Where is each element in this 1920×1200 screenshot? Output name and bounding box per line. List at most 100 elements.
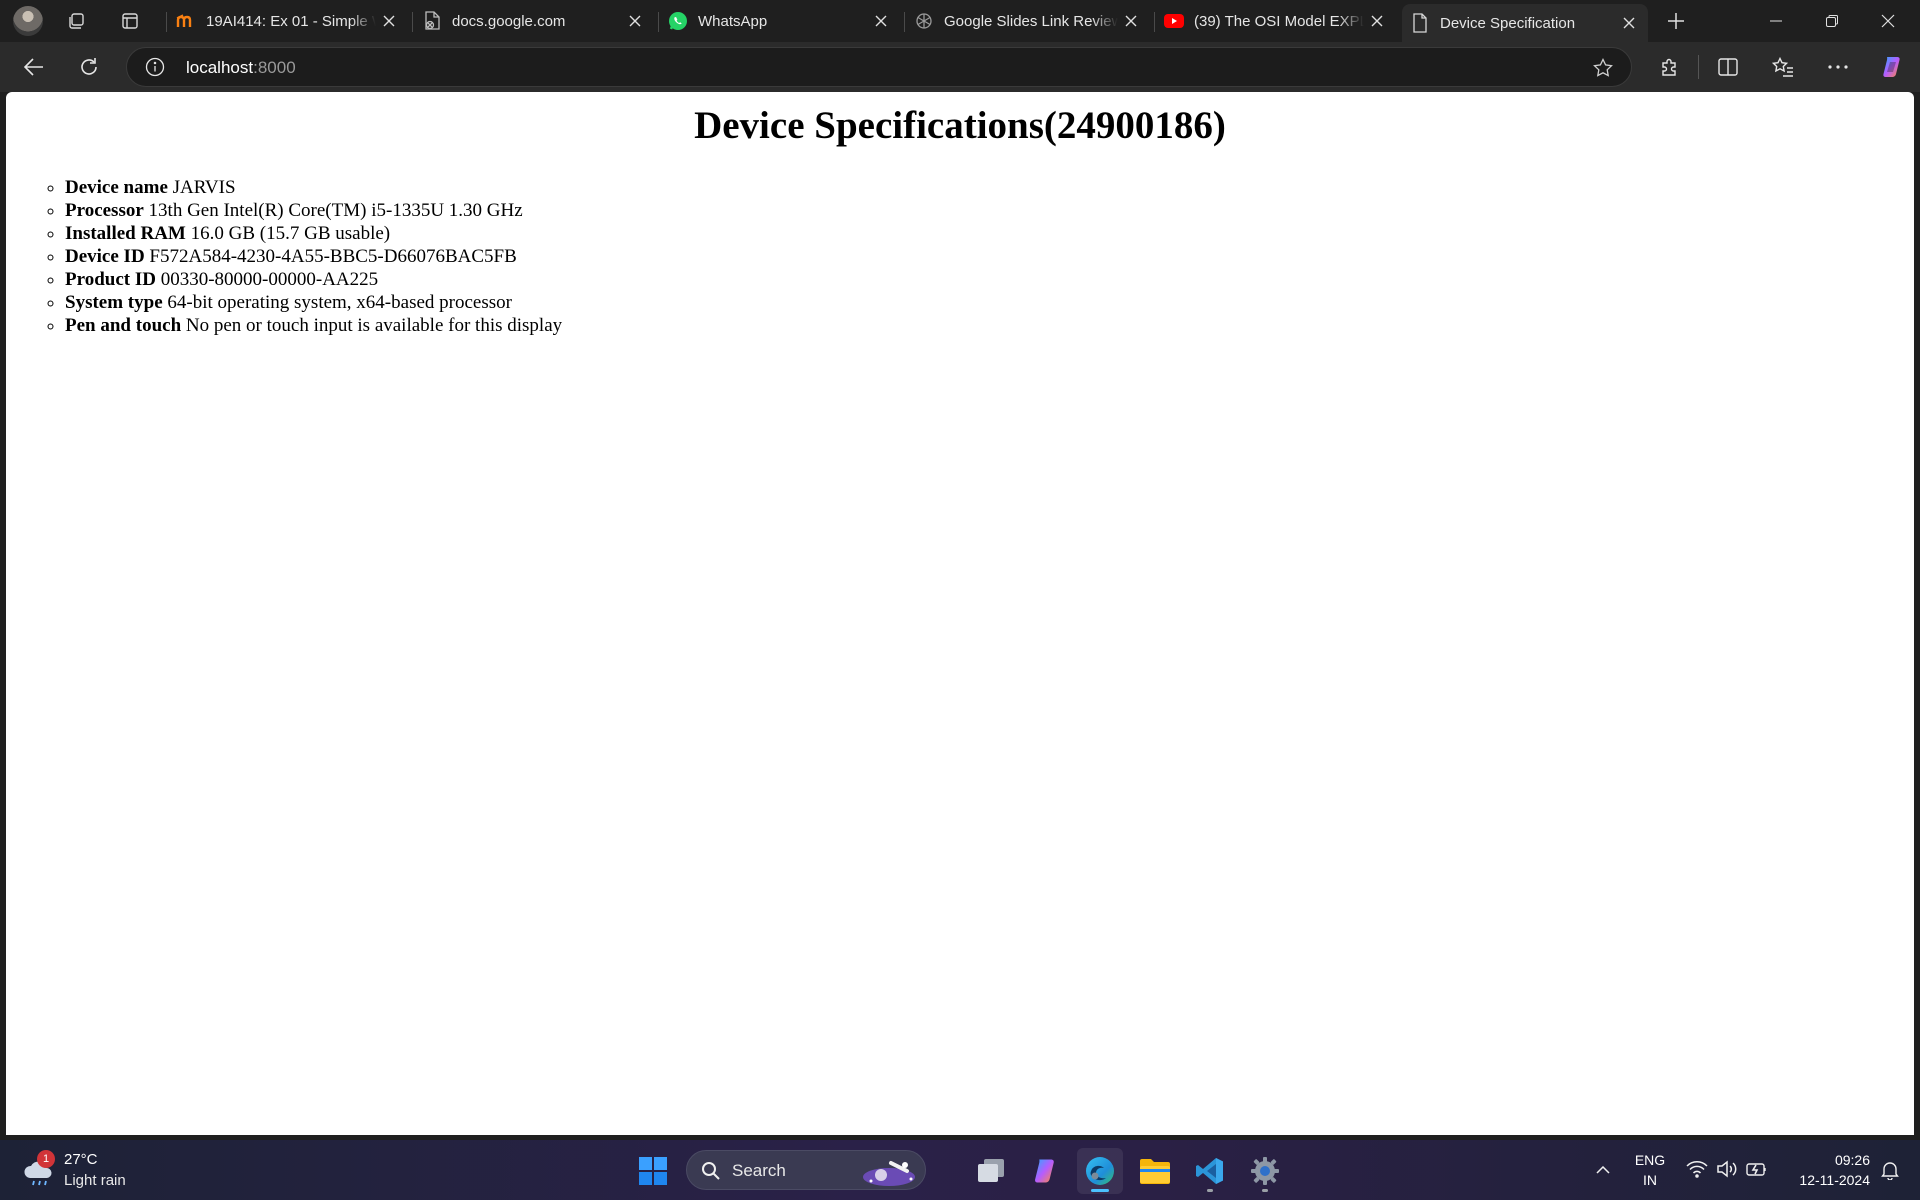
copilot-button[interactable] <box>1874 50 1910 84</box>
taskbar-vscode[interactable] <box>1187 1148 1233 1194</box>
copilot-icon <box>1035 1159 1054 1183</box>
tab-close-button[interactable] <box>622 8 648 34</box>
site-info-button[interactable] <box>143 55 167 79</box>
back-arrow-icon <box>24 58 43 76</box>
search-icon <box>702 1162 720 1180</box>
tab-google-docs[interactable]: docs.google.com <box>414 4 654 38</box>
task-view-icon <box>978 1159 1004 1182</box>
notifications-button[interactable] <box>1876 1156 1904 1184</box>
volume-icon <box>1717 1160 1737 1178</box>
avatar <box>13 6 43 36</box>
tab-separator <box>412 12 413 32</box>
profile-button[interactable] <box>10 5 46 37</box>
show-hidden-icons-button[interactable] <box>1588 1154 1618 1186</box>
new-tab-button[interactable] <box>1658 6 1694 36</box>
extensions-button[interactable] <box>1652 50 1688 84</box>
tab-close-button[interactable] <box>1118 8 1144 34</box>
refresh-button[interactable] <box>71 50 107 84</box>
workspaces-icon <box>69 13 84 29</box>
list-item: Device ID F572A584-4230-4A55-BBC5-D66076… <box>65 245 1914 268</box>
task-view-button[interactable] <box>968 1148 1014 1194</box>
vertical-tabs-button[interactable] <box>112 6 148 36</box>
desktop-screen: 19AI414: Ex 01 - Simple W docs.google.co… <box>0 0 1920 1200</box>
taskbar-settings[interactable] <box>1242 1148 1288 1194</box>
clock[interactable]: 09:26 12-11-2024 <box>1780 1150 1870 1192</box>
chatgpt-icon <box>914 11 934 31</box>
taskbar: 1 27°C Light rain Search ENG IN 09:26 12… <box>0 1140 1920 1200</box>
tab-close-button[interactable] <box>1364 8 1390 34</box>
split-screen-button[interactable] <box>1710 50 1746 84</box>
close-icon <box>1371 15 1383 27</box>
tab-device-specification[interactable]: Device Specification <box>1402 4 1648 42</box>
moodle-icon <box>176 11 196 31</box>
tab-moodle[interactable]: 19AI414: Ex 01 - Simple W <box>168 4 408 38</box>
spec-value: 16.0 GB (15.7 GB usable) <box>190 223 391 244</box>
spec-label: Device ID <box>65 246 145 267</box>
page-viewport: Device Specifications(24900186) Device n… <box>6 92 1914 1135</box>
taskbar-search[interactable]: Search <box>686 1150 926 1190</box>
favorites-button[interactable] <box>1765 50 1801 84</box>
workspaces-button[interactable] <box>58 6 94 36</box>
spec-value: 00330-80000-00000-AA225 <box>160 269 379 290</box>
youtube-icon <box>1164 11 1184 31</box>
tab-close-button[interactable] <box>376 8 402 34</box>
address-bar[interactable]: localhost:8000 <box>126 47 1632 87</box>
tab-title: Google Slides Link Review <box>944 12 1118 30</box>
edge-icon <box>1086 1157 1114 1185</box>
spec-value: 13th Gen Intel(R) Core(TM) i5-1335U 1.30… <box>148 200 523 221</box>
weather-temperature: 27°C <box>64 1151 98 1168</box>
restore-button[interactable] <box>1804 0 1860 42</box>
list-item: Pen and touch No pen or touch input is a… <box>65 314 1914 337</box>
input-language-button[interactable]: ENG IN <box>1626 1150 1674 1192</box>
page-icon <box>1410 13 1430 33</box>
spec-value: No pen or touch input is available for t… <box>185 315 563 336</box>
browser-toolbar: localhost:8000 <box>0 42 1920 92</box>
vertical-tabs-icon <box>122 13 138 29</box>
tab-chatgpt[interactable]: Google Slides Link Review <box>906 4 1150 38</box>
more-menu-button[interactable] <box>1820 50 1856 84</box>
running-indicator <box>1262 1189 1268 1192</box>
search-label: Search <box>732 1161 786 1180</box>
quick-settings-button[interactable] <box>1682 1152 1772 1188</box>
bell-icon <box>1881 1162 1899 1180</box>
restore-icon <box>1826 15 1838 27</box>
spec-list: Device name JARVIS Processor 13th Gen In… <box>6 176 1914 337</box>
clock-date: 12-11-2024 <box>1799 1172 1870 1188</box>
taskbar-file-explorer[interactable] <box>1132 1148 1178 1194</box>
close-window-button[interactable] <box>1860 0 1916 42</box>
tab-whatsapp[interactable]: WhatsApp <box>660 4 900 38</box>
spec-value: JARVIS <box>172 177 236 198</box>
tab-separator <box>658 12 659 32</box>
list-item: Installed RAM 16.0 GB (15.7 GB usable) <box>65 222 1914 245</box>
back-button[interactable] <box>16 50 52 84</box>
taskbar-copilot[interactable] <box>1022 1148 1068 1194</box>
puzzle-icon <box>1662 58 1676 76</box>
tab-close-button[interactable] <box>868 8 894 34</box>
url-text[interactable]: localhost:8000 <box>186 58 296 78</box>
start-button[interactable] <box>630 1148 676 1194</box>
url-port: :8000 <box>253 58 296 77</box>
weather-description: Light rain <box>64 1172 126 1189</box>
plus-icon <box>1668 13 1684 29</box>
close-icon <box>1125 15 1137 27</box>
weather-widget[interactable]: 1 27°C Light rain <box>20 1150 140 1192</box>
spec-value: F572A584-4230-4A55-BBC5-D66076BAC5FB <box>149 246 517 267</box>
minimize-button[interactable] <box>1748 0 1804 42</box>
tab-youtube[interactable]: (39) The OSI Model EXPLA <box>1156 4 1396 38</box>
info-icon <box>145 57 165 77</box>
chevron-up-icon <box>1596 1166 1610 1174</box>
add-favorite-button[interactable] <box>1589 54 1617 82</box>
close-icon <box>1881 14 1895 28</box>
star-icon <box>1593 58 1613 77</box>
copilot-icon <box>1883 57 1900 77</box>
tab-close-button[interactable] <box>1616 10 1642 36</box>
ellipsis-icon <box>1828 65 1848 69</box>
region-code: IN <box>1643 1172 1657 1188</box>
list-item: Processor 13th Gen Intel(R) Core(TM) i5-… <box>65 199 1914 222</box>
taskbar-edge[interactable] <box>1077 1148 1123 1194</box>
wifi-icon <box>1686 1161 1708 1178</box>
spec-label: Processor <box>65 200 144 221</box>
tab-title: Device Specification <box>1440 14 1576 32</box>
vscode-icon <box>1196 1158 1223 1184</box>
search-highlight-icon <box>863 1161 915 1186</box>
